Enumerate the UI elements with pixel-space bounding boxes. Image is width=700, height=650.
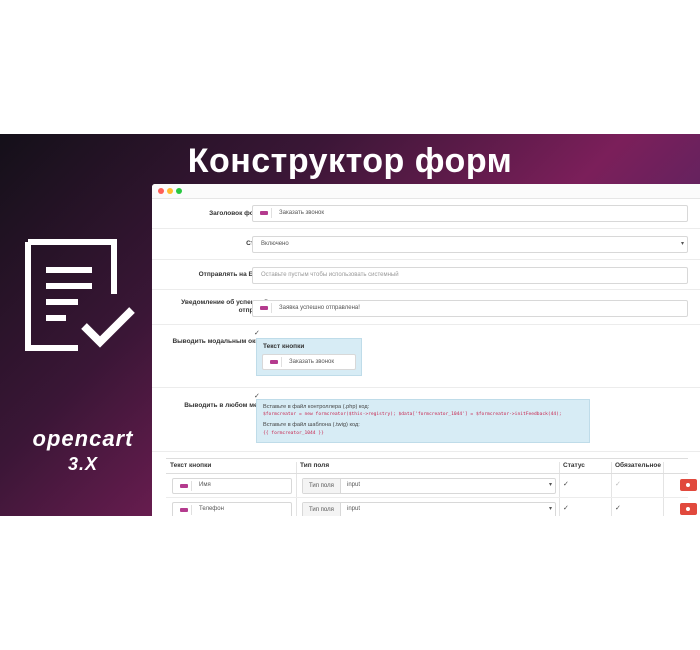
form-document-icon — [25, 239, 135, 351]
table-row: Телефон Тип поля input ▾ ✓ ✓ — [166, 498, 697, 516]
form-title-input[interactable]: Заказать звонок — [252, 205, 688, 222]
chevron-down-icon: ▾ — [548, 506, 552, 512]
status-value: Включено — [261, 241, 289, 247]
field-type-tag: Тип поля — [303, 479, 341, 493]
language-flag-icon — [177, 481, 192, 491]
modal-button-text-value: Заказать звонок — [289, 359, 334, 365]
field-type-value: input — [347, 506, 361, 512]
field-type-tag: Тип поля — [303, 503, 341, 516]
button-text-label: Текст кнопки — [263, 343, 305, 350]
minimize-window-icon[interactable] — [167, 188, 173, 194]
required-checkbox[interactable]: ✓ — [615, 480, 621, 488]
anywhere-label: Выводить в любом месте — [184, 402, 268, 409]
status-checkbox[interactable]: ✓ — [563, 480, 569, 488]
controller-hint: Вставьте в файл контроллера (.php) код: — [263, 404, 370, 410]
email-input[interactable]: Оставьте пустым чтобы использовать систе… — [252, 267, 688, 284]
language-flag-icon — [267, 357, 282, 367]
anywhere-row: Выводить в любом месте ✓ Вставьте в файл… — [152, 388, 700, 452]
embed-code-panel: Вставьте в файл контроллера (.php) код: … — [256, 399, 590, 443]
field-name-input[interactable]: Имя — [172, 478, 292, 494]
language-flag-icon — [257, 208, 272, 218]
required-checkbox[interactable]: ✓ — [615, 504, 621, 512]
field-type-select[interactable]: Тип поля input ▾ — [302, 502, 556, 516]
opencart-brand: opencart 3.X — [18, 426, 148, 475]
col-status: Статус — [563, 462, 585, 469]
field-type-value: input — [347, 482, 361, 488]
status-select[interactable]: Включено ▾ — [252, 236, 688, 253]
email-placeholder: Оставьте пустым чтобы использовать систе… — [261, 272, 399, 278]
status-row: Статус Включено ▾ — [152, 229, 700, 260]
promo-banner: Конструктор форм opencart 3.X Заголовок … — [0, 134, 700, 516]
language-flag-icon — [257, 303, 272, 313]
table-row: Имя Тип поля input ▾ ✓ ✓ — [166, 474, 697, 498]
delete-row-button[interactable] — [680, 503, 697, 515]
chevron-down-icon: ▾ — [680, 241, 684, 247]
field-type-select[interactable]: Тип поля input ▾ — [302, 478, 556, 494]
language-flag-icon — [177, 505, 192, 515]
minus-circle-icon — [686, 507, 690, 511]
delete-row-button[interactable] — [680, 479, 697, 491]
col-button-text: Текст кнопки — [170, 462, 212, 469]
success-message-input[interactable]: Заявка успешно отправлена! — [252, 300, 688, 317]
window-titlebar — [152, 184, 700, 199]
template-hint: Вставьте в файл шаблона (.twig) код: — [263, 422, 360, 428]
field-name-value: Телефон — [199, 506, 224, 512]
brand-name: opencart — [32, 426, 134, 451]
email-row: Отправлять на E-mail Оставьте пустым что… — [152, 260, 700, 290]
modal-label: Выводить модальным окном — [172, 338, 268, 345]
controller-code: $formcreator = new formcreator($this->re… — [263, 412, 562, 417]
table-header: Текст кнопки Тип поля Статус Обязательно… — [166, 458, 688, 474]
field-name-value: Имя — [199, 482, 211, 488]
form-title-row: Заголовок формы Заказать звонок — [152, 199, 700, 229]
col-field-type: Тип поля — [300, 462, 330, 469]
minus-circle-icon — [686, 483, 690, 487]
field-name-input[interactable]: Телефон — [172, 502, 292, 516]
success-message-row: Уведомление об успешной отправке Заявка … — [152, 290, 700, 325]
brand-version: 3.X — [67, 454, 99, 474]
success-message-value: Заявка успешно отправлена! — [279, 305, 360, 311]
modal-row: Выводить модальным окном ✓ Текст кнопки … — [152, 325, 700, 388]
maximize-window-icon[interactable] — [176, 188, 182, 194]
col-required: Обязательное — [615, 462, 661, 469]
form-editor-window: Заголовок формы Заказать звонок Статус В… — [152, 184, 700, 516]
banner-title: Конструктор форм — [187, 142, 513, 180]
modal-button-text-input[interactable]: Заказать звонок — [262, 354, 356, 370]
chevron-down-icon: ▾ — [548, 482, 552, 488]
status-checkbox[interactable]: ✓ — [563, 504, 569, 512]
form-fields-table: Текст кнопки Тип поля Статус Обязательно… — [166, 458, 697, 516]
close-window-icon[interactable] — [158, 188, 164, 194]
modal-checkbox[interactable]: ✓ — [254, 329, 260, 337]
form-title-value: Заказать звонок — [279, 210, 324, 216]
template-code: {{ formcreator_1044 }} — [263, 431, 324, 436]
modal-settings-panel: Текст кнопки Заказать звонок — [256, 338, 362, 376]
